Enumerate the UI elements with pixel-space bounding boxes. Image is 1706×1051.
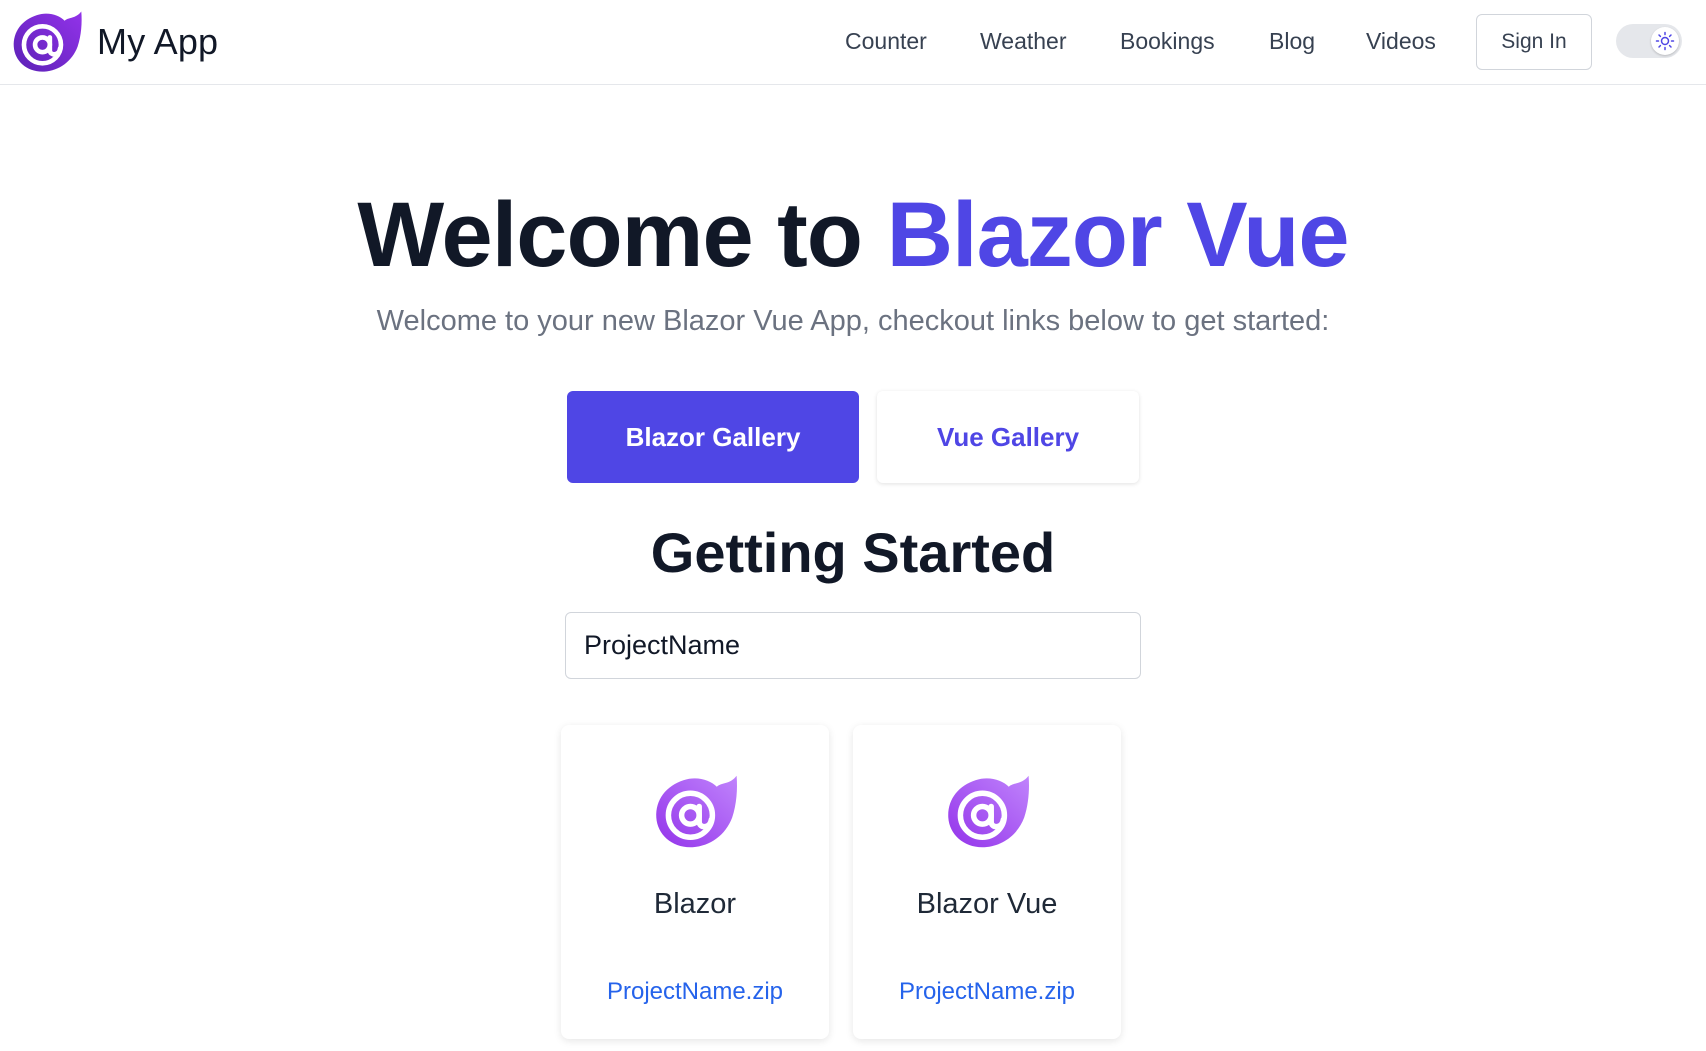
- card-title: Blazor Vue: [916, 888, 1058, 920]
- nav-weather[interactable]: Weather: [980, 28, 1067, 55]
- blazor-logo-icon: [656, 775, 737, 848]
- hero-title-accent: Blazor Vue: [886, 184, 1350, 286]
- sun-icon: [1655, 31, 1675, 51]
- template-card-blazor: Blazor ProjectName.zip: [561, 725, 829, 1039]
- project-name-input[interactable]: [565, 612, 1141, 679]
- sign-in-button[interactable]: Sign In: [1476, 14, 1592, 70]
- template-card-blazor-vue: Blazor Vue ProjectName.zip: [853, 725, 1121, 1039]
- card-title: Blazor: [653, 888, 737, 920]
- vue-gallery-button[interactable]: Vue Gallery: [877, 391, 1139, 483]
- blazor-logo-icon: [13, 11, 82, 72]
- hero-title: Welcome to Blazor Vue: [0, 180, 1706, 290]
- getting-started-title: Getting Started: [650, 521, 1056, 584]
- hero-subtitle: Welcome to your new Blazor Vue App, chec…: [376, 305, 1330, 337]
- nav-videos[interactable]: Videos: [1366, 28, 1436, 55]
- app-name: My App: [97, 21, 219, 62]
- blazor-logo-icon: [948, 775, 1029, 848]
- hero-title-prefix: Welcome to: [357, 184, 887, 286]
- top-navbar: My App Counter Weather Bookings Blog Vid…: [0, 0, 1706, 85]
- nav-bookings[interactable]: Bookings: [1120, 28, 1215, 55]
- nav-blog[interactable]: Blog: [1269, 28, 1315, 55]
- toggle-knob: [1651, 27, 1679, 55]
- blazor-gallery-button[interactable]: Blazor Gallery: [567, 391, 859, 483]
- theme-toggle[interactable]: [1616, 24, 1682, 58]
- download-link[interactable]: ProjectName.zip: [853, 978, 1121, 1006]
- download-link[interactable]: ProjectName.zip: [561, 978, 829, 1006]
- brand-link[interactable]: My App: [11, 9, 218, 75]
- nav-counter[interactable]: Counter: [845, 28, 927, 55]
